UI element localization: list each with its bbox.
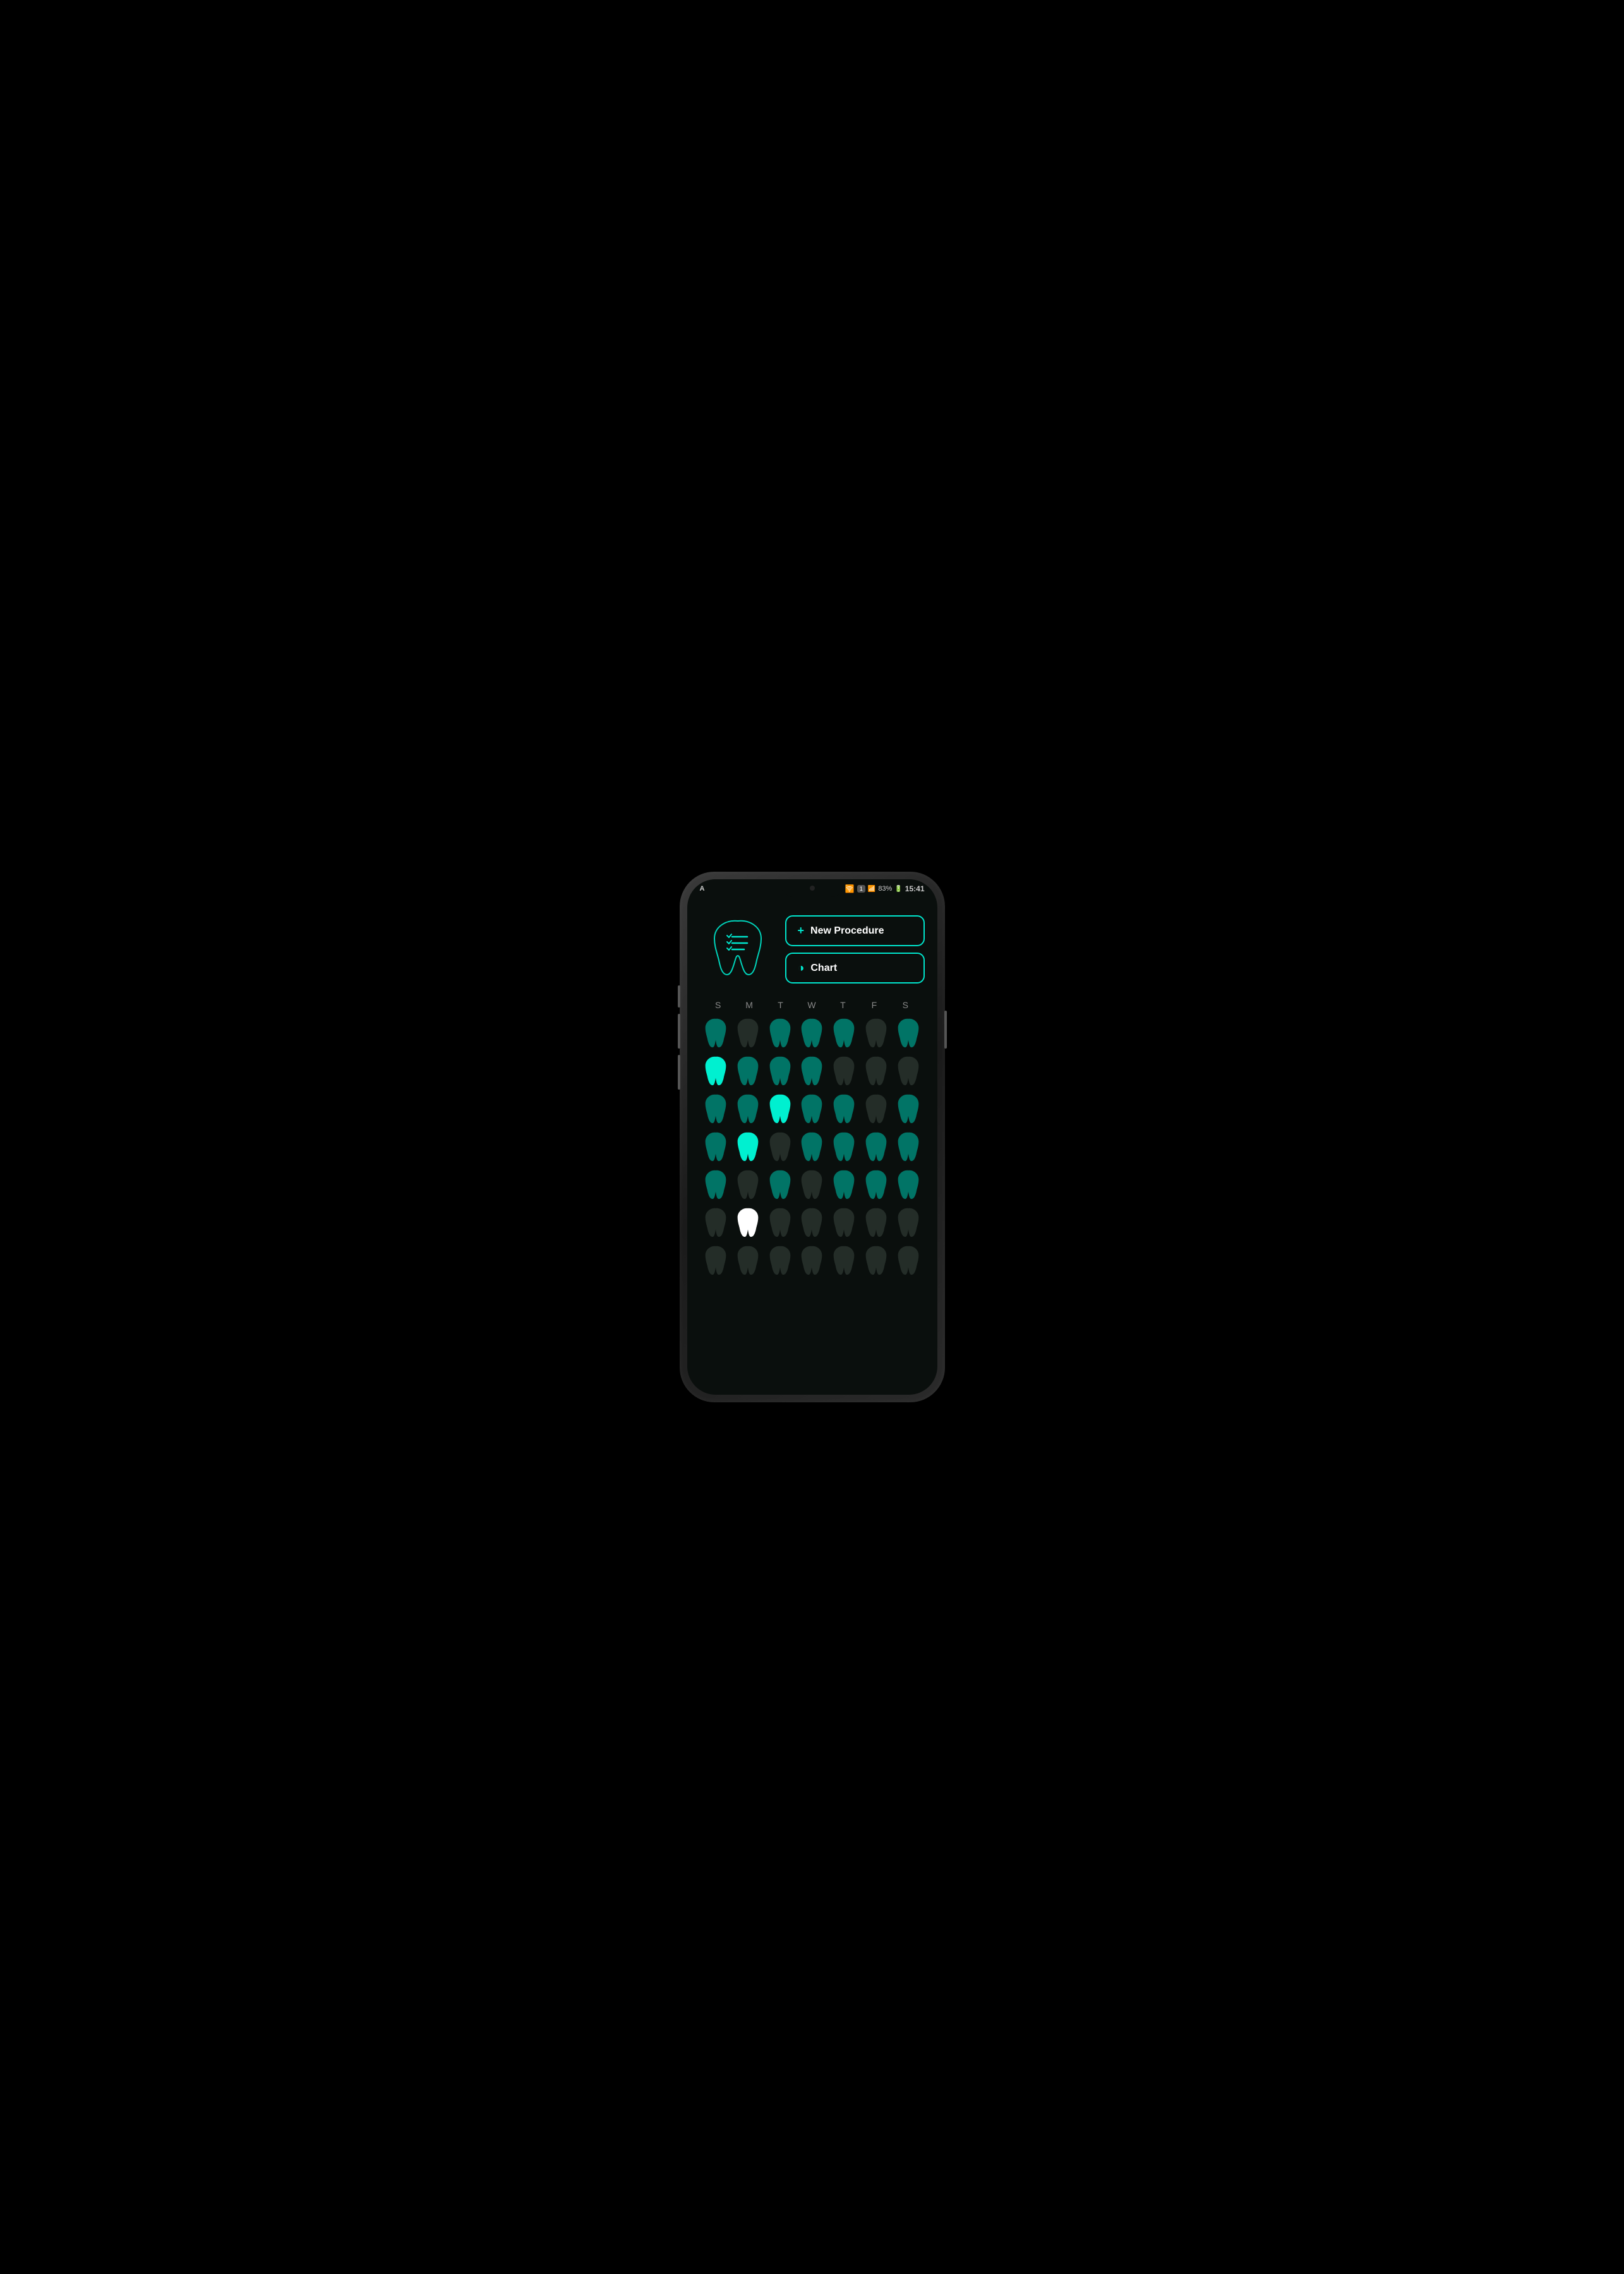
tooth-cell[interactable]: [894, 1053, 923, 1088]
tooth-cell[interactable]: [862, 1242, 891, 1278]
tooth-cell[interactable]: [733, 1015, 762, 1050]
tooth-cell[interactable]: [797, 1015, 827, 1050]
day-headers: SMTWTFS: [700, 1000, 925, 1010]
tooth-cell[interactable]: [733, 1205, 762, 1240]
new-procedure-button[interactable]: + New Procedure: [785, 915, 925, 946]
status-left-icon: A: [700, 885, 705, 893]
signal-icon: 📶: [868, 886, 875, 893]
tooth-cell[interactable]: [797, 1129, 827, 1164]
tooth-cell[interactable]: [829, 1015, 859, 1050]
tooth-cell[interactable]: [894, 1242, 923, 1278]
tooth-cell[interactable]: [862, 1205, 891, 1240]
wifi-icon: 🛜: [845, 884, 855, 893]
tooth-cell[interactable]: [765, 1015, 795, 1050]
notch: [781, 879, 844, 897]
tooth-cell[interactable]: [733, 1167, 762, 1202]
tooth-cell[interactable]: [862, 1053, 891, 1088]
tooth-cell[interactable]: [765, 1205, 795, 1240]
tooth-cell[interactable]: [733, 1129, 762, 1164]
tooth-cell[interactable]: [765, 1091, 795, 1126]
chart-button[interactable]: ◑ Chart: [785, 953, 925, 984]
tooth-cell[interactable]: [894, 1205, 923, 1240]
tooth-cell[interactable]: [701, 1091, 731, 1126]
tooth-cell[interactable]: [862, 1129, 891, 1164]
tooth-cell[interactable]: [701, 1167, 731, 1202]
tooth-cell[interactable]: [829, 1091, 859, 1126]
tooth-cell[interactable]: [797, 1091, 827, 1126]
time-display: 15:41: [905, 884, 925, 893]
tooth-cell[interactable]: [797, 1167, 827, 1202]
new-procedure-label: New Procedure: [810, 925, 884, 937]
tooth-cell[interactable]: [862, 1015, 891, 1050]
tooth-cell[interactable]: [765, 1167, 795, 1202]
tooth-cell[interactable]: [701, 1053, 731, 1088]
chart-icon: ◑: [798, 961, 805, 975]
header-section: + New Procedure ◑ Chart: [700, 911, 925, 987]
tooth-cell[interactable]: [862, 1167, 891, 1202]
tooth-cell[interactable]: [894, 1015, 923, 1050]
tooth-cell[interactable]: [894, 1091, 923, 1126]
app-logo: [700, 911, 776, 987]
tooth-cell[interactable]: [701, 1205, 731, 1240]
tooth-cell[interactable]: [862, 1091, 891, 1126]
tooth-cell[interactable]: [733, 1242, 762, 1278]
tooth-cell[interactable]: [701, 1015, 731, 1050]
chart-label: Chart: [810, 963, 837, 974]
tooth-cell[interactable]: [701, 1242, 731, 1278]
tooth-cell[interactable]: [765, 1129, 795, 1164]
day-label: T: [765, 1000, 796, 1010]
tooth-cell[interactable]: [829, 1242, 859, 1278]
tooth-cell[interactable]: [733, 1053, 762, 1088]
phone-frame: A ⊙ 🛜 1 📶 83% 🔋 15:41: [680, 872, 945, 1402]
tooth-cell[interactable]: [797, 1053, 827, 1088]
tooth-cell[interactable]: [829, 1129, 859, 1164]
tooth-logo-svg: [703, 915, 773, 984]
battery-percent: 83%: [878, 885, 892, 893]
power-button: [944, 1011, 947, 1049]
tooth-cell[interactable]: [894, 1129, 923, 1164]
volume-down-button: [678, 1014, 680, 1049]
tooth-cell[interactable]: [797, 1242, 827, 1278]
status-right-area: ⊙ 🛜 1 📶 83% 🔋 15:41: [838, 884, 925, 893]
day-label: T: [827, 1000, 858, 1010]
day-label: M: [734, 1000, 765, 1010]
tooth-cell[interactable]: [733, 1091, 762, 1126]
tooth-cell[interactable]: [829, 1205, 859, 1240]
screen-content: + New Procedure ◑ Chart SMTWTFS: [687, 896, 937, 1395]
day-label: S: [890, 1000, 921, 1010]
tooth-cell[interactable]: [829, 1167, 859, 1202]
tooth-grid: [700, 1015, 925, 1278]
camera: [810, 886, 815, 891]
action-buttons-area: + New Procedure ◑ Chart: [785, 915, 925, 984]
battery-icon: 🔋: [894, 886, 902, 893]
tooth-cell[interactable]: [701, 1129, 731, 1164]
volume-up-button: [678, 985, 680, 1008]
tooth-cell[interactable]: [797, 1205, 827, 1240]
tooth-cell[interactable]: [829, 1053, 859, 1088]
tooth-cell[interactable]: [765, 1242, 795, 1278]
day-label: S: [703, 1000, 734, 1010]
day-label: W: [797, 1000, 827, 1010]
sim-icon: 1: [857, 885, 865, 893]
silent-switch: [678, 1055, 680, 1090]
tooth-cell[interactable]: [894, 1167, 923, 1202]
phone-screen: A ⊙ 🛜 1 📶 83% 🔋 15:41: [687, 879, 937, 1395]
plus-icon: +: [798, 924, 805, 937]
tooth-cell[interactable]: [765, 1053, 795, 1088]
day-label: F: [859, 1000, 890, 1010]
